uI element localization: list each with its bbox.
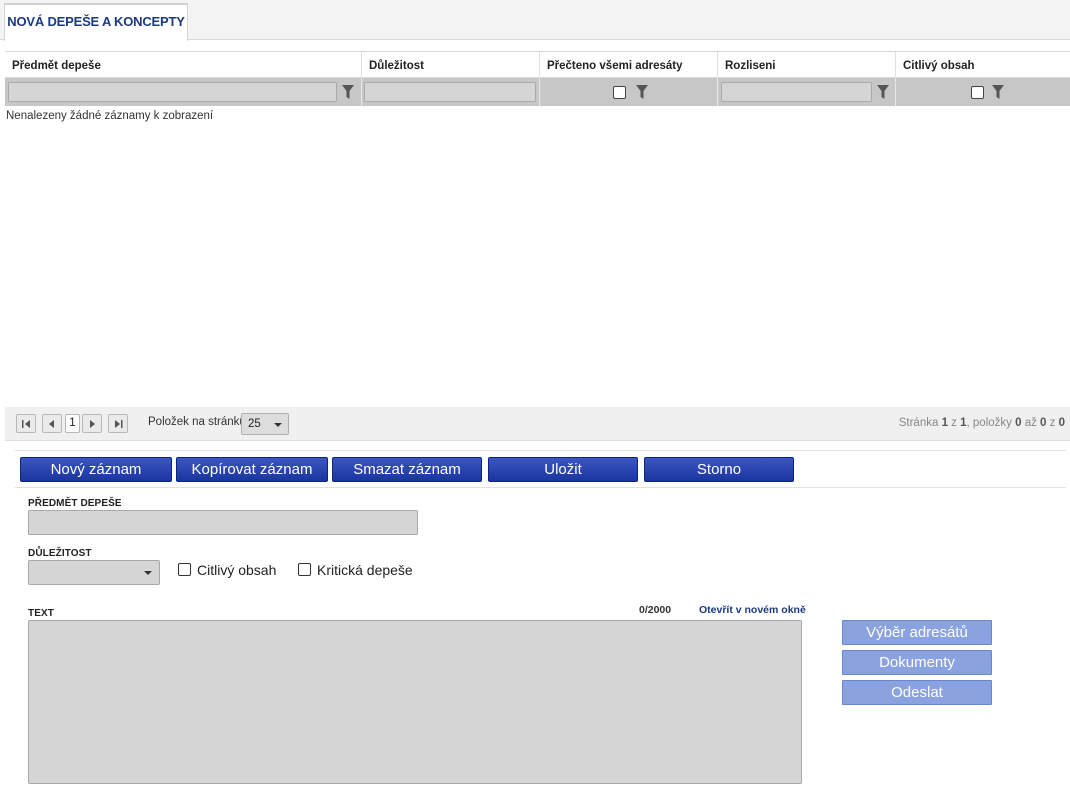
critical-checkbox-label[interactable]: Kritická depeše — [317, 562, 413, 578]
filter-checkbox-sensitive[interactable] — [971, 86, 984, 99]
grid-header: Předmět depeše Důležitost Přečteno všemi… — [5, 52, 1070, 78]
sensitive-checkbox-label[interactable]: Citlivý obsah — [197, 562, 276, 578]
per-page-select[interactable]: 25 — [241, 413, 289, 435]
delete-record-button[interactable]: Smazat záznam — [332, 457, 482, 482]
filter-funnel-icon[interactable] — [342, 85, 354, 99]
new-record-button[interactable]: Nový záznam — [20, 457, 172, 482]
first-page-button[interactable] — [16, 414, 36, 433]
filter-input-subject[interactable] — [8, 82, 337, 102]
divider — [15, 450, 1066, 451]
filter-cell-sensitive — [896, 78, 1070, 106]
importance-label: DŮLEŽITOST — [28, 548, 92, 559]
filter-funnel-icon[interactable] — [877, 85, 889, 99]
filter-checkbox-read-by-all[interactable] — [613, 86, 626, 99]
last-page-icon — [115, 420, 123, 428]
subject-label: PŘEDMĚT DEPEŠE — [28, 498, 122, 509]
filter-funnel-icon[interactable] — [992, 85, 1004, 99]
cancel-button[interactable]: Storno — [644, 457, 794, 482]
filter-cell-resolution — [718, 78, 896, 106]
column-header-resolution[interactable]: Rozliseni — [718, 52, 896, 78]
open-new-window-link[interactable]: Otevřít v novém okně — [699, 604, 806, 616]
column-header-read-by-all[interactable]: Přečteno všemi adresáty — [540, 52, 718, 78]
current-page-number[interactable]: 1 — [65, 414, 80, 433]
column-header-subject[interactable]: Předmět depeše — [5, 52, 362, 78]
text-label: TEXT — [28, 608, 54, 619]
next-page-icon — [90, 420, 95, 428]
copy-record-button[interactable]: Kopírovat záznam — [176, 457, 328, 482]
tab-nove-depese-a-koncepty[interactable]: NOVÁ DEPEŠE A KONCEPTY — [4, 3, 188, 41]
documents-button[interactable]: Dokumenty — [842, 650, 992, 675]
per-page-label: Položek na stránku — [148, 416, 246, 428]
per-page-value: 25 — [248, 418, 261, 430]
save-button[interactable]: Uložit — [488, 457, 638, 482]
send-button[interactable]: Odeslat — [842, 680, 992, 705]
filter-cell-importance — [362, 78, 540, 106]
text-area[interactable] — [28, 620, 802, 784]
char-counter: 0/2000 — [639, 604, 672, 616]
filter-input-resolution[interactable] — [721, 82, 872, 102]
select-recipients-button[interactable]: Výběr adresátů — [842, 620, 992, 645]
filter-row — [5, 78, 1070, 106]
column-header-sensitive[interactable]: Citlivý obsah — [896, 52, 1070, 78]
chevron-down-icon — [144, 571, 152, 575]
column-header-importance[interactable]: Důležitost — [362, 52, 540, 78]
prev-page-button[interactable] — [42, 414, 62, 433]
records-grid: Předmět depeše Důležitost Přečteno všemi… — [5, 51, 1070, 441]
last-page-button[interactable] — [108, 414, 128, 433]
tab-bar: NOVÁ DEPEŠE A KONCEPTY — [0, 0, 1070, 41]
pager-info: Stránka 1 z 1, položky 0 až 0 z 0 — [898, 417, 1065, 429]
prev-page-icon — [49, 420, 54, 428]
pager: 1 Položek na stránku 25 Stránka 1 z 1, p… — [5, 407, 1070, 441]
subject-input[interactable] — [28, 510, 418, 535]
critical-checkbox[interactable] — [298, 563, 311, 576]
sensitive-checkbox[interactable] — [178, 563, 191, 576]
divider — [15, 487, 1066, 488]
filter-funnel-icon[interactable] — [636, 85, 648, 99]
empty-message: Nenalezeny žádné záznamy k zobrazení — [6, 110, 214, 122]
importance-select[interactable] — [28, 560, 160, 585]
filter-input-importance[interactable] — [364, 82, 536, 102]
filter-cell-subject — [5, 78, 362, 106]
filter-cell-read-by-all — [540, 78, 718, 106]
first-page-icon — [22, 420, 30, 428]
chevron-down-icon — [274, 423, 282, 427]
next-page-button[interactable] — [82, 414, 102, 433]
